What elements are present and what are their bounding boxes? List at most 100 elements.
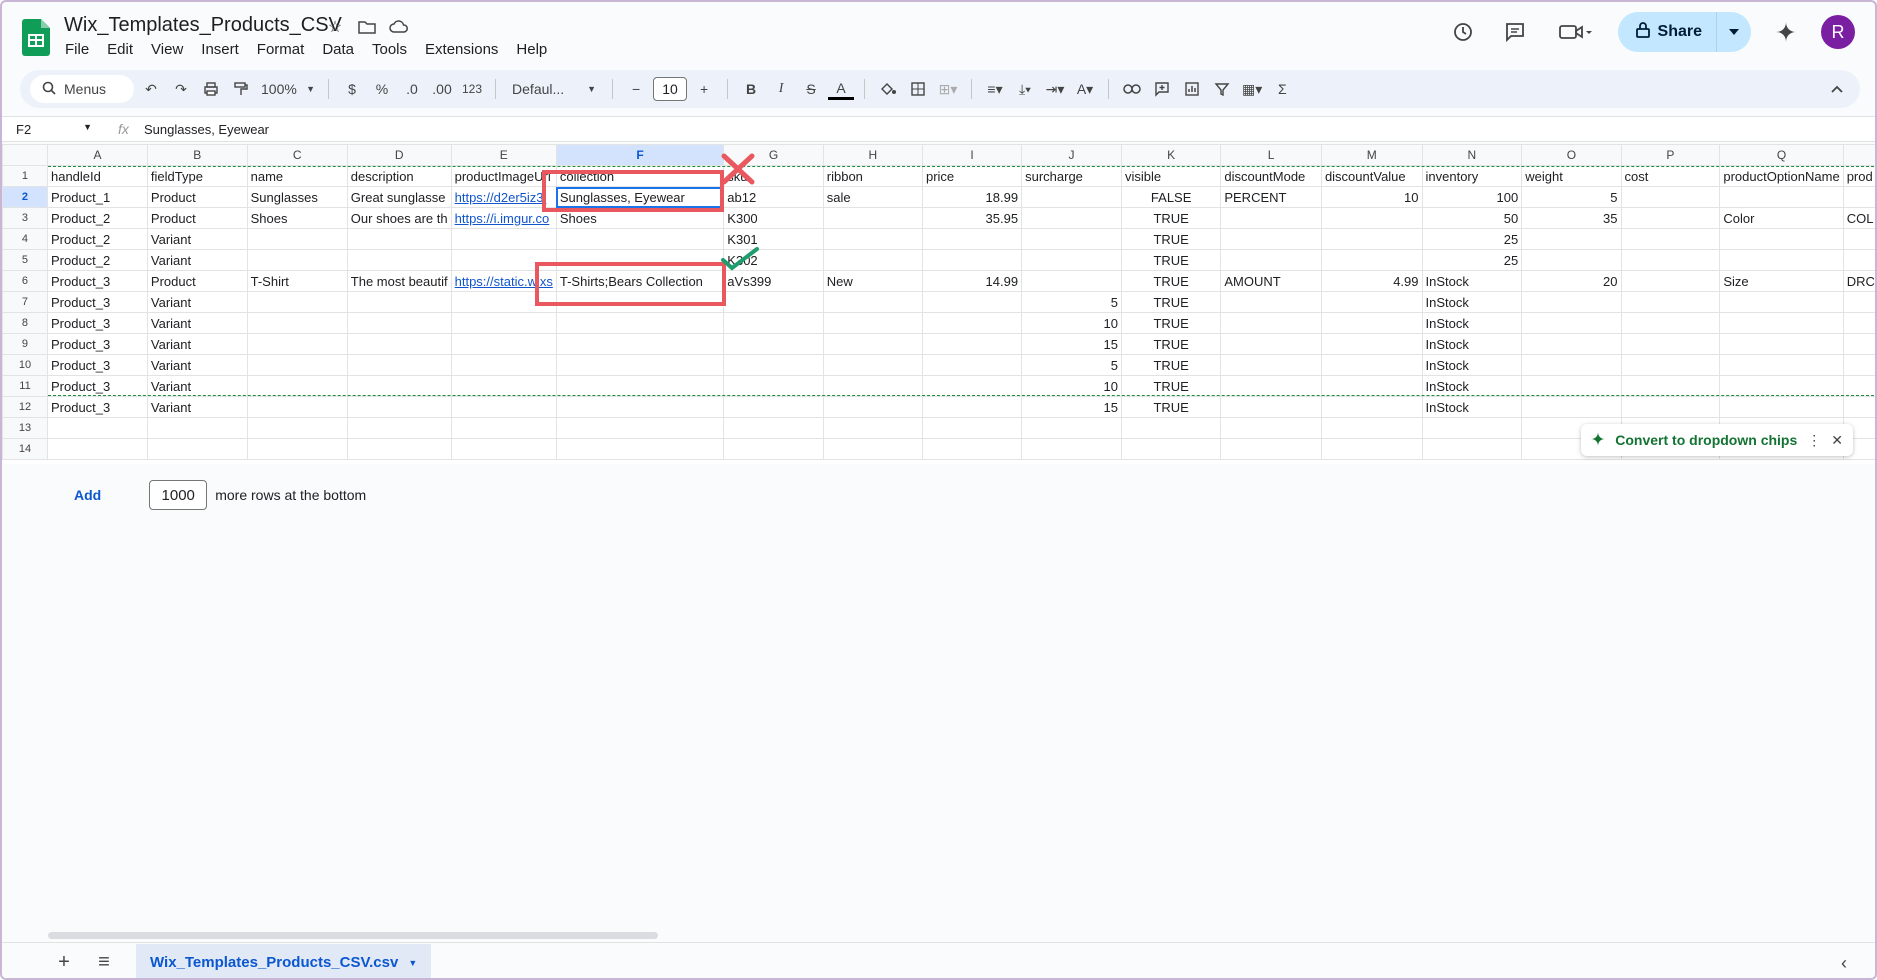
cell[interactable]: Product_3 xyxy=(46,375,148,397)
cell[interactable] xyxy=(1521,375,1622,397)
collapse-toolbar-icon[interactable] xyxy=(1824,75,1850,103)
cell[interactable] xyxy=(1719,375,1844,397)
column-header[interactable]: P xyxy=(1620,144,1721,166)
cell[interactable] xyxy=(1320,396,1423,418)
cell[interactable] xyxy=(1719,333,1844,355)
fill-color-icon[interactable] xyxy=(875,75,901,103)
cell[interactable] xyxy=(1320,228,1423,250)
cell[interactable] xyxy=(450,249,557,271)
cell[interactable]: Variant xyxy=(146,291,248,313)
cell[interactable] xyxy=(1842,249,1875,271)
cell[interactable] xyxy=(1620,228,1721,250)
cell[interactable] xyxy=(822,228,923,250)
cell[interactable]: 25 xyxy=(1421,249,1523,271)
cell[interactable] xyxy=(1620,396,1721,418)
cell[interactable] xyxy=(1320,312,1423,334)
cell[interactable] xyxy=(450,228,557,250)
cell[interactable]: T-Shirts;Bears Collection xyxy=(555,270,725,292)
cell[interactable] xyxy=(450,417,557,439)
cell[interactable]: 35 xyxy=(1521,207,1622,229)
cell[interactable] xyxy=(1521,312,1622,334)
cell[interactable] xyxy=(1320,417,1423,439)
cell[interactable] xyxy=(1521,291,1622,313)
cell[interactable]: Shoes xyxy=(555,207,725,229)
column-header[interactable]: F xyxy=(555,144,725,166)
cell[interactable]: Product_3 xyxy=(46,270,148,292)
cell[interactable] xyxy=(1842,333,1875,355)
cell[interactable] xyxy=(921,333,1023,355)
menu-help[interactable]: Help xyxy=(508,39,555,60)
meet-video-icon[interactable] xyxy=(1550,15,1600,49)
menu-data[interactable]: Data xyxy=(314,39,362,60)
menu-insert[interactable]: Insert xyxy=(193,39,247,60)
cell[interactable] xyxy=(1719,249,1844,271)
cell[interactable] xyxy=(346,375,452,397)
menus-search[interactable]: Menus xyxy=(30,75,134,103)
cell[interactable] xyxy=(146,417,248,439)
text-wrapping-icon[interactable]: ⇥▾ xyxy=(1042,75,1068,103)
cell[interactable] xyxy=(1842,291,1875,313)
cell[interactable]: 15 xyxy=(1021,396,1122,418)
cell[interactable] xyxy=(1320,207,1423,229)
cell[interactable]: inventory xyxy=(1421,165,1523,187)
cell[interactable] xyxy=(346,396,452,418)
horizontal-align-icon[interactable]: ≡▾ xyxy=(982,75,1008,103)
cell[interactable]: Product_3 xyxy=(46,396,148,418)
row-header[interactable]: 7 xyxy=(2,291,48,313)
cell[interactable]: The most beautif xyxy=(346,270,452,292)
cell[interactable]: TRUE xyxy=(1120,333,1222,355)
cell[interactable]: surcharge xyxy=(1021,165,1122,187)
cell[interactable] xyxy=(921,291,1023,313)
row-header[interactable]: 14 xyxy=(2,438,48,460)
cell[interactable] xyxy=(1021,417,1122,439)
cell[interactable] xyxy=(1220,417,1322,439)
row-header[interactable]: 4 xyxy=(2,228,48,250)
cell[interactable] xyxy=(921,354,1023,376)
cell[interactable]: 35.95 xyxy=(921,207,1023,229)
row-header[interactable]: 9 xyxy=(2,333,48,355)
cell[interactable] xyxy=(921,312,1023,334)
cell[interactable]: aVs399 xyxy=(723,270,824,292)
cell[interactable] xyxy=(346,333,452,355)
cell[interactable] xyxy=(921,417,1023,439)
column-header[interactable]: J xyxy=(1021,144,1122,166)
cell[interactable]: Variant xyxy=(146,354,248,376)
row-header[interactable]: 11 xyxy=(2,375,48,397)
column-header[interactable]: N xyxy=(1421,144,1523,166)
cell[interactable] xyxy=(1620,270,1721,292)
cell[interactable] xyxy=(450,291,557,313)
row-header[interactable]: 12 xyxy=(2,396,48,418)
cell[interactable] xyxy=(1521,249,1622,271)
cell[interactable]: description xyxy=(346,165,452,187)
cell[interactable] xyxy=(822,312,923,334)
column-header[interactable]: Q xyxy=(1719,144,1844,166)
column-header[interactable]: B xyxy=(146,144,248,166)
cell[interactable] xyxy=(1220,396,1322,418)
cell[interactable] xyxy=(1220,438,1322,460)
cell[interactable]: 15 xyxy=(1021,333,1122,355)
cell[interactable] xyxy=(555,249,725,271)
font-size-decrease-icon[interactable]: − xyxy=(623,75,649,103)
scroll-thumb[interactable] xyxy=(48,932,658,939)
cell[interactable] xyxy=(246,312,348,334)
cell[interactable] xyxy=(346,354,452,376)
cell[interactable] xyxy=(555,291,725,313)
cell[interactable] xyxy=(723,438,824,460)
functions-button[interactable]: Σ xyxy=(1269,75,1295,103)
font-size-increase-icon[interactable]: + xyxy=(691,75,717,103)
cell[interactable]: Variant xyxy=(146,396,248,418)
cell[interactable]: InStock xyxy=(1421,354,1523,376)
cell[interactable] xyxy=(822,249,923,271)
cell[interactable]: Variant xyxy=(146,249,248,271)
cell[interactable] xyxy=(450,396,557,418)
cell[interactable]: ribbon xyxy=(822,165,923,187)
cell[interactable] xyxy=(1320,354,1423,376)
cell[interactable]: T-Shirt xyxy=(246,270,348,292)
cell[interactable]: Sunglasses xyxy=(246,186,348,208)
merge-cells-icon[interactable]: ⊞▾ xyxy=(935,75,961,103)
cell[interactable] xyxy=(346,228,452,250)
cell[interactable] xyxy=(921,228,1023,250)
cell[interactable] xyxy=(1220,291,1322,313)
add-rows-button[interactable]: Add xyxy=(74,487,101,503)
cell[interactable]: 4.99 xyxy=(1320,270,1423,292)
